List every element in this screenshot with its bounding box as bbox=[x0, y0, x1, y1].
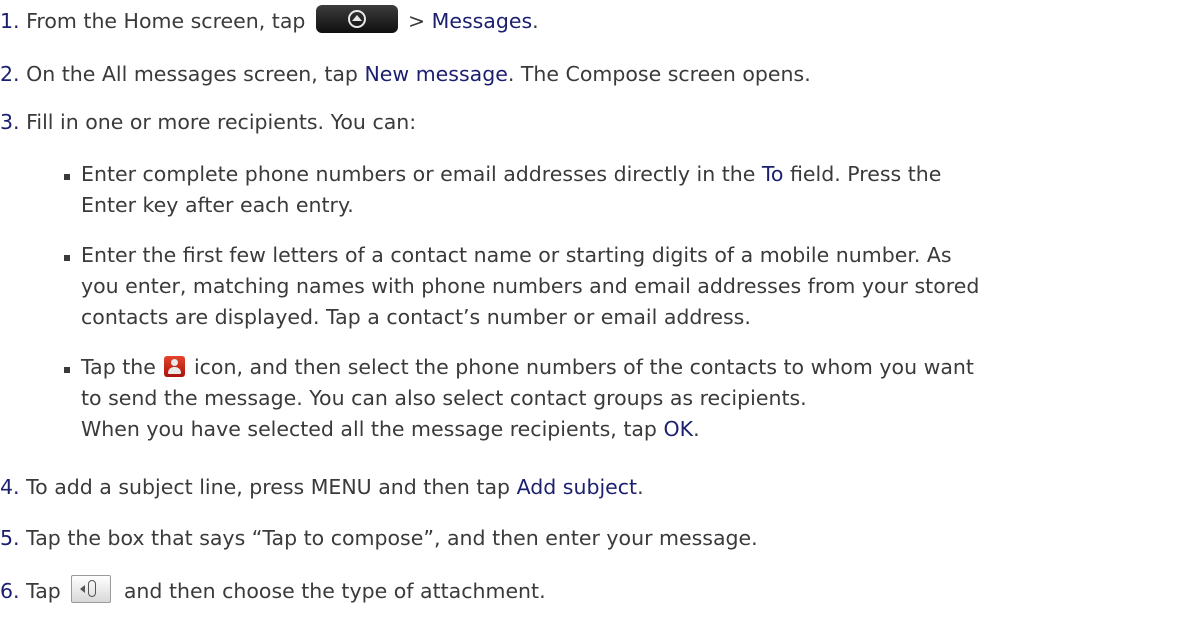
bullet-marker bbox=[64, 174, 70, 180]
step-text: . bbox=[637, 475, 644, 499]
step-number: 3. bbox=[0, 110, 20, 134]
ui-label-to: To bbox=[761, 162, 784, 186]
bullet-1-line-1: Enter complete phone numbers or email ad… bbox=[81, 159, 941, 190]
ui-label-messages: Messages bbox=[431, 9, 533, 33]
step-text: > bbox=[407, 9, 432, 33]
step-number: 5. bbox=[0, 526, 20, 550]
bullet-3-line-1: Tap the icon, and then select the phone … bbox=[81, 352, 974, 383]
bullet-text: . bbox=[693, 417, 700, 441]
step-text: To add a subject line, press MENU and th… bbox=[26, 475, 517, 499]
bullet-marker bbox=[64, 255, 70, 261]
bullet-text: When you have selected all the message r… bbox=[81, 417, 664, 441]
step-2: 2. On the All messages screen, tap New m… bbox=[0, 59, 811, 89]
bullet-3-line-2: to send the message. You can also select… bbox=[81, 386, 807, 410]
bullet-marker bbox=[64, 367, 70, 373]
ui-label-add-subject: Add subject bbox=[516, 475, 638, 499]
step-text: Tap bbox=[26, 579, 61, 603]
step-5: 5. Tap the box that says “Tap to compose… bbox=[0, 523, 758, 553]
bullet-1-line-2: Enter key after each entry. bbox=[81, 193, 354, 217]
ui-label-new-message: New message bbox=[364, 62, 508, 86]
step-number: 4. bbox=[0, 475, 20, 499]
bullet-3-line-3: When you have selected all the message r… bbox=[81, 414, 700, 445]
bullet-text: field. Press the bbox=[783, 162, 942, 186]
step-text: . bbox=[532, 9, 539, 33]
contact-icon bbox=[164, 355, 186, 377]
bullet-2-line-2: you enter, matching names with phone num… bbox=[81, 274, 980, 298]
bullet-text: Tap the bbox=[81, 355, 156, 379]
step-number: 6. bbox=[0, 579, 20, 603]
step-4: 4. To add a subject line, press MENU and… bbox=[0, 472, 644, 502]
step-1: 1. From the Home screen, tap > Messages. bbox=[0, 5, 539, 36]
step-text: From the Home screen, tap bbox=[26, 9, 306, 33]
step-6: 6. Tap and then choose the type of attac… bbox=[0, 575, 546, 606]
step-3: 3. Fill in one or more recipients. You c… bbox=[0, 107, 416, 137]
step-text: On the All messages screen, tap bbox=[26, 62, 365, 86]
step-text: Fill in one or more recipients. You can: bbox=[26, 110, 417, 134]
step-text: Tap the box that says “Tap to compose”, … bbox=[26, 526, 758, 550]
instruction-page: 1. From the Home screen, tap > Messages.… bbox=[0, 0, 1198, 628]
bullet-text: Enter complete phone numbers or email ad… bbox=[81, 162, 762, 186]
bullet-2-line-1: Enter the first few letters of a contact… bbox=[81, 243, 952, 267]
bullet-text: icon, and then select the phone numbers … bbox=[193, 355, 974, 379]
step-text: . The Compose screen opens. bbox=[507, 62, 811, 86]
ui-label-ok: OK bbox=[663, 417, 694, 441]
all-apps-icon bbox=[315, 5, 398, 33]
bullet-2-line-3: contacts are displayed. Tap a contact’s … bbox=[81, 305, 751, 329]
step-number: 1. bbox=[0, 9, 20, 33]
attach-icon bbox=[71, 575, 112, 603]
step-text: and then choose the type of attachment. bbox=[123, 579, 546, 603]
step-number: 2. bbox=[0, 62, 20, 86]
